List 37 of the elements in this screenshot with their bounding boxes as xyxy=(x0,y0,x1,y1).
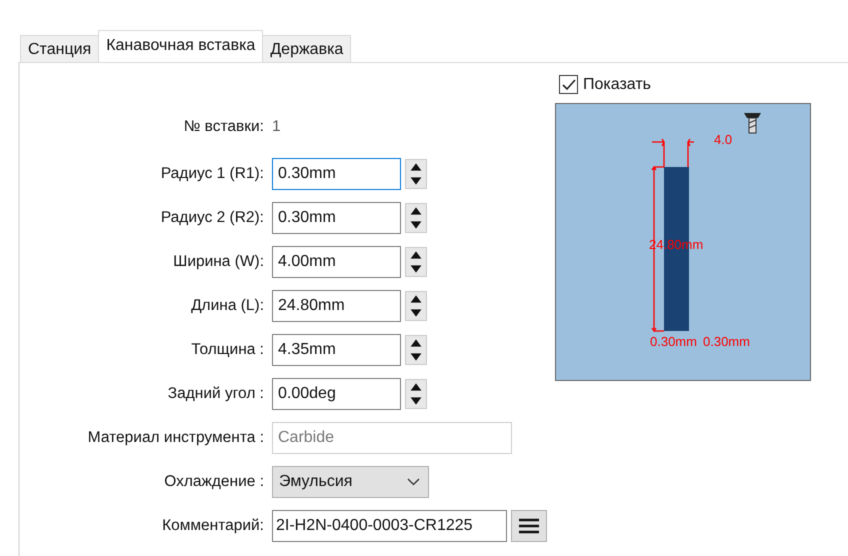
checkbox[interactable] xyxy=(559,75,578,94)
field-label: Радиус 2 (R2): xyxy=(160,209,264,227)
dimension-label: 0.30mm xyxy=(650,334,697,349)
tab[interactable]: Станция xyxy=(20,35,100,62)
field-label: Радиус 1 (R1): xyxy=(160,165,264,183)
spin-button[interactable] xyxy=(405,379,427,409)
field-label: № вставки: xyxy=(184,118,264,136)
menu-button[interactable] xyxy=(511,510,547,542)
input-field[interactable]: 0.00deg xyxy=(272,378,401,410)
spin-button[interactable] xyxy=(405,159,427,189)
spin-button[interactable] xyxy=(405,203,427,233)
tab[interactable]: Державка xyxy=(262,35,352,62)
field-label: Длина (L): xyxy=(191,297,264,315)
checkbox-label: Показать xyxy=(583,76,652,94)
dimension-label: 0.30mm xyxy=(703,334,750,349)
spin-button[interactable] xyxy=(405,247,427,277)
check-icon xyxy=(562,78,576,90)
input-field[interactable]: 4.35mm xyxy=(272,334,401,366)
input-field[interactable]: 0.30mm xyxy=(272,158,401,190)
spin-button[interactable] xyxy=(405,291,427,321)
field-label: Материал инструмента : xyxy=(88,429,264,447)
dimension-label: 4.0 xyxy=(714,132,732,147)
insert-icon xyxy=(744,113,761,134)
menu-icon xyxy=(518,518,540,534)
dropdown[interactable]: Эмульсия xyxy=(272,466,429,498)
field-label: Ширина (W): xyxy=(173,253,264,271)
input-field[interactable]: 0.30mm xyxy=(272,202,401,234)
input-field[interactable]: 4.00mm xyxy=(272,246,401,278)
field-label: Комментарий: xyxy=(162,517,264,535)
input-field[interactable]: 24.80mm xyxy=(272,290,401,322)
field-label: Охлаждение : xyxy=(164,473,264,491)
spin-button[interactable] xyxy=(405,335,427,365)
field-value: 1 xyxy=(272,118,281,136)
input-field[interactable]: 2I-H2N-0400-0003-CR1225 xyxy=(272,510,507,542)
chevron-down-icon xyxy=(407,478,420,486)
field-label: Толщина : xyxy=(191,341,264,359)
field-label: Задний угол : xyxy=(168,385,264,403)
